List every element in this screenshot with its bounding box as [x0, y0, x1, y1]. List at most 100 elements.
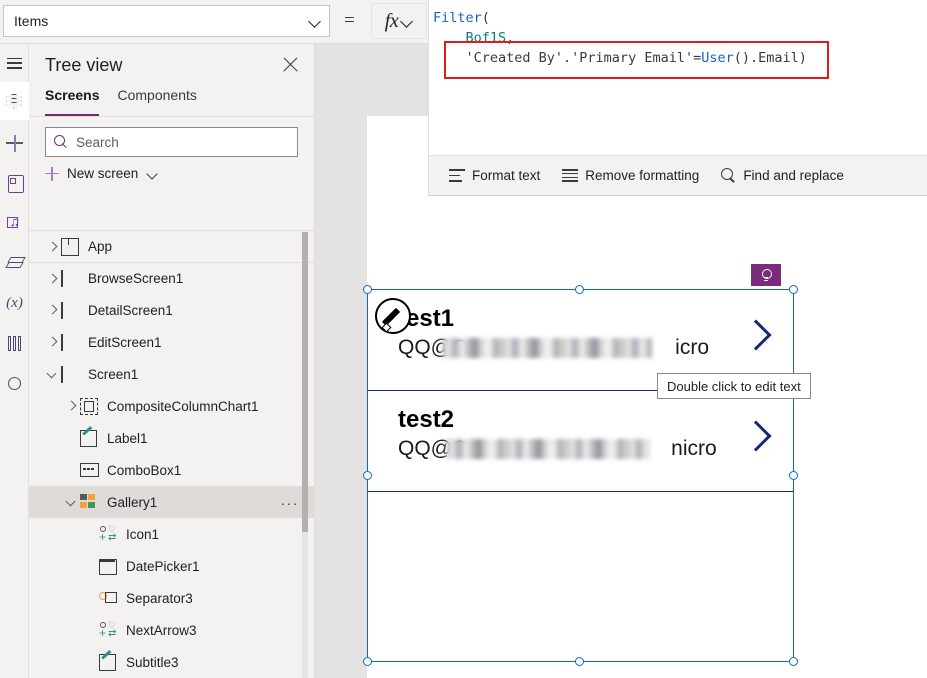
- tree-item-separator3[interactable]: Separator3: [29, 582, 314, 614]
- tree-item-subtitle3[interactable]: Subtitle3: [29, 646, 314, 678]
- resize-handle-bottom-right[interactable]: [789, 657, 798, 666]
- rail-item-advanced-settings[interactable]: [0, 324, 29, 362]
- expander-icon[interactable]: [45, 334, 61, 350]
- formula-token-paren: (: [481, 10, 490, 26]
- formula-line-2: Bof1S,: [429, 28, 927, 48]
- resize-handle-top-center[interactable]: [575, 285, 584, 294]
- property-dropdown[interactable]: Items: [3, 5, 330, 37]
- tree-item-editscreen1[interactable]: EditScreen1: [29, 326, 314, 358]
- tree-item-datepicker1[interactable]: DatePicker1: [29, 550, 314, 582]
- chevron-right-icon[interactable]: [743, 419, 765, 453]
- resize-handle-top-right[interactable]: [789, 285, 798, 294]
- formula-token-email: ().Email): [733, 50, 807, 66]
- tab-screens[interactable]: Screens: [45, 87, 100, 116]
- power-apps-studio: Items = fx (x): [0, 0, 927, 678]
- tree-item-label: Separator3: [126, 590, 193, 606]
- tree-item-compositecolumnchart1[interactable]: CompositeColumnChart1: [29, 390, 314, 422]
- format-text-icon: [449, 169, 465, 182]
- expander-icon[interactable]: [64, 398, 80, 414]
- resize-handle-middle-right[interactable]: [789, 471, 798, 480]
- expander-icon[interactable]: [45, 239, 61, 255]
- separator-icon: [99, 590, 119, 607]
- formula-token-comma: ,: [506, 30, 515, 46]
- circle-icon: [8, 376, 21, 390]
- gallery-item-title[interactable]: test1: [398, 304, 793, 334]
- remove-formatting-button[interactable]: Remove formatting: [562, 168, 699, 183]
- gallery-item-title[interactable]: test2: [398, 405, 793, 435]
- tree-item-label: DetailScreen1: [88, 302, 173, 318]
- screen-icon: [61, 301, 81, 319]
- database-icon: [7, 175, 24, 193]
- remove-formatting-icon: [562, 169, 579, 182]
- tab-components[interactable]: Components: [117, 87, 196, 116]
- themes-icon: [5, 256, 26, 270]
- overflow-menu-button[interactable]: ···: [281, 495, 300, 511]
- resize-handle-bottom-left[interactable]: [363, 657, 372, 666]
- formula-code-editor[interactable]: Filter( Bof1S, 'Created By'.'Primary Ema…: [429, 0, 927, 155]
- label-icon: [80, 430, 100, 447]
- tree-item-gallery1[interactable]: Gallery1 ···: [29, 486, 314, 518]
- gallery-control[interactable]: test1 QQ@C icro test2 QQ@C nicro: [367, 289, 794, 662]
- tree-view-scrollbar[interactable]: [302, 232, 308, 678]
- search-icon: [721, 168, 736, 183]
- chevron-right-icon[interactable]: [743, 318, 765, 352]
- gallery-item[interactable]: test2 QQ@C nicro: [368, 391, 793, 492]
- tree-item-label: App: [88, 239, 113, 254]
- tree-item-screen1[interactable]: Screen1: [29, 358, 314, 390]
- formula-line-1: Filter(: [429, 8, 927, 28]
- chevron-down-icon: [148, 169, 158, 179]
- tree-item-app[interactable]: App: [29, 230, 314, 262]
- label-icon: [99, 654, 119, 671]
- tree-item-browsescreen1[interactable]: BrowseScreen1: [29, 262, 314, 294]
- resize-handle-middle-left[interactable]: [363, 471, 372, 480]
- redacted-email-mask: [442, 338, 652, 358]
- tree-item-label: DatePicker1: [126, 558, 200, 574]
- tree-item-icon1[interactable]: ♡ + ⇄ Icon1: [29, 518, 314, 550]
- tree-item-label: NextArrow3: [126, 622, 197, 638]
- tree-item-label: CompositeColumnChart1: [107, 398, 259, 414]
- media-icon: [6, 213, 23, 231]
- search-input[interactable]: Search: [45, 127, 298, 157]
- idea-suggestion-badge[interactable]: [751, 264, 781, 286]
- resize-handle-top-left[interactable]: [363, 285, 372, 294]
- tree-item-label: Label1: [107, 430, 148, 446]
- hamburger-icon: [7, 57, 22, 69]
- resize-handle-bottom-center[interactable]: [575, 657, 584, 666]
- tree-item-combobox1[interactable]: ComboBox1: [29, 454, 314, 486]
- formula-token-filter: Filter: [433, 10, 482, 26]
- tree-item-label: Icon1: [126, 526, 160, 542]
- gallery-empty-area: [368, 492, 793, 663]
- expander-icon[interactable]: [45, 271, 61, 287]
- plus-icon: [6, 134, 23, 152]
- rail-item-variables[interactable]: (x): [0, 284, 29, 322]
- tooltip: Double click to edit text: [657, 373, 811, 399]
- gallery-item-subtitle[interactable]: QQ@C nicro: [398, 435, 793, 463]
- new-screen-button[interactable]: New screen: [29, 157, 314, 189]
- screen-icon: [61, 270, 81, 287]
- tree-item-detailscreen1[interactable]: DetailScreen1: [29, 294, 314, 326]
- tree-item-label1[interactable]: Label1: [29, 422, 314, 454]
- tree-item-nextarrow3[interactable]: ♡ + ⇄ NextArrow3: [29, 614, 314, 646]
- expander-icon[interactable]: [45, 366, 61, 382]
- fx-button[interactable]: fx: [371, 3, 427, 39]
- equals-sign: =: [344, 10, 355, 31]
- rail-item-search[interactable]: [0, 364, 29, 402]
- format-text-label: Format text: [472, 168, 541, 183]
- rail-item-menu[interactable]: [0, 44, 29, 82]
- gallery-item-subtitle[interactable]: QQ@C icro: [398, 334, 793, 362]
- rail-item-tree-view[interactable]: [0, 82, 29, 120]
- format-text-button[interactable]: Format text: [449, 168, 540, 183]
- expander-icon[interactable]: [64, 494, 80, 510]
- rail-item-themes[interactable]: [0, 244, 29, 282]
- rail-item-insert[interactable]: [0, 124, 29, 162]
- expander-icon[interactable]: [45, 302, 61, 318]
- rail-item-media[interactable]: [0, 204, 29, 242]
- new-screen-label: New screen: [67, 166, 139, 181]
- subtitle-suffix: nicro: [671, 437, 717, 460]
- find-and-replace-button[interactable]: Find and replace: [721, 168, 844, 183]
- scrollbar-thumb[interactable]: [302, 232, 308, 532]
- formula-editor-panel: Filter( Bof1S, 'Created By'.'Primary Ema…: [428, 0, 927, 196]
- rail-item-data[interactable]: [0, 164, 29, 202]
- tree-item-label: EditScreen1: [88, 334, 162, 350]
- close-icon[interactable]: [282, 56, 300, 74]
